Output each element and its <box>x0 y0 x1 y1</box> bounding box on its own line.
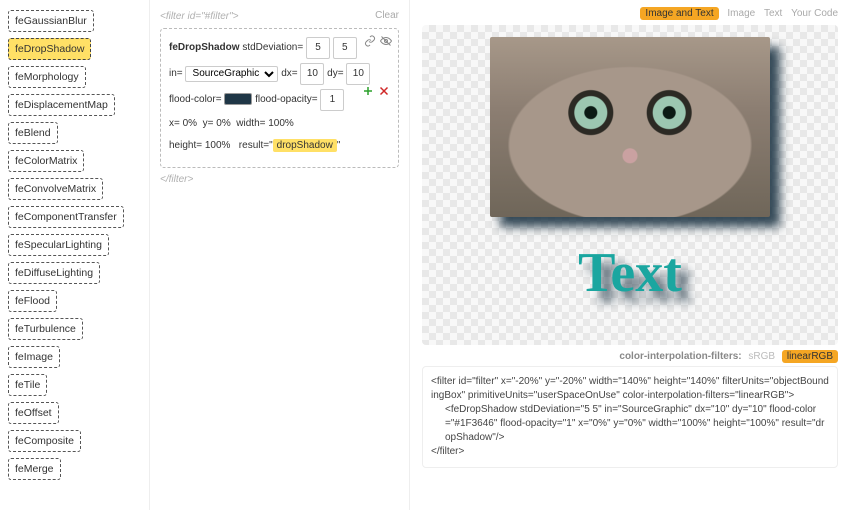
clear-button[interactable]: Clear <box>375 10 399 21</box>
primitive-feColorMatrix[interactable]: feColorMatrix <box>8 150 84 172</box>
preview-canvas: Text <box>422 25 838 345</box>
cif-label: color-interpolation-filters: <box>619 351 741 362</box>
dy-input[interactable]: 10 <box>346 63 370 85</box>
filter-close-tag: </filter> <box>160 174 399 185</box>
primitive-feConvolveMatrix[interactable]: feConvolveMatrix <box>8 178 103 200</box>
primitive-palette: feGaussianBlur feDropShadow feMorphology… <box>0 0 150 510</box>
code-output[interactable]: <filter id="filter" x="-20%" y="-20%" wi… <box>422 366 838 468</box>
code-line-2: <feDropShadow stdDeviation="5 5" in="Sou… <box>431 403 829 445</box>
primitive-feGaussianBlur[interactable]: feGaussianBlur <box>8 10 94 32</box>
width-value[interactable]: 100% <box>268 118 294 129</box>
tab-image-and-text[interactable]: Image and Text <box>640 7 718 20</box>
dx-label: dx= <box>281 68 297 79</box>
flood-color-label: flood-color= <box>169 94 222 105</box>
preview-tabs: Image and Text Image Text Your Code <box>422 8 838 19</box>
in-label: in= <box>169 68 183 79</box>
primitive-feFlood[interactable]: feFlood <box>8 290 57 312</box>
primitive-feOffset[interactable]: feOffset <box>8 402 59 424</box>
primitive-feDiffuseLighting[interactable]: feDiffuseLighting <box>8 262 100 284</box>
primitive-feTile[interactable]: feTile <box>8 374 47 396</box>
x-label: x= <box>169 118 180 129</box>
dy-label: dy= <box>327 68 343 79</box>
preview-text: Text <box>578 241 682 305</box>
filter-open-tag: <filter id="#filter"> <box>160 11 239 22</box>
flood-color-input[interactable] <box>224 93 252 105</box>
result-label: result= <box>239 140 269 151</box>
stddeviation-y-input[interactable]: 5 <box>333 37 357 59</box>
preview-image <box>490 37 770 217</box>
primitive-feSpecularLighting[interactable]: feSpecularLighting <box>8 234 109 256</box>
primitive-feDisplacementMap[interactable]: feDisplacementMap <box>8 94 115 116</box>
eye-off-icon[interactable] <box>380 35 392 50</box>
code-line-1: <filter id="filter" x="-20%" y="-20%" wi… <box>431 376 829 401</box>
preview-column: Image and Text Image Text Your Code Text… <box>410 0 850 510</box>
primitive-feDropShadow[interactable]: feDropShadow <box>8 38 91 60</box>
tab-image[interactable]: Image <box>727 8 755 19</box>
tab-text[interactable]: Text <box>764 8 782 19</box>
add-icon[interactable] <box>362 85 374 104</box>
height-label: height= <box>169 140 202 151</box>
remove-icon[interactable] <box>378 85 390 104</box>
result-value[interactable]: dropShadow <box>273 139 337 152</box>
primitive-feComponentTransfer[interactable]: feComponentTransfer <box>8 206 124 228</box>
primitive-config-box: feDropShadow stdDeviation= 5 5 in= Sourc… <box>160 28 399 168</box>
height-value[interactable]: 100% <box>205 140 231 151</box>
link-icon[interactable] <box>364 35 376 50</box>
primitive-name: feDropShadow <box>169 42 240 53</box>
code-line-3: </filter> <box>431 446 464 457</box>
y-label: y= <box>203 118 214 129</box>
stddeviation-label: stdDeviation= <box>242 42 303 53</box>
flood-opacity-input[interactable]: 1 <box>320 89 344 111</box>
cif-row: color-interpolation-filters: sRGB linear… <box>422 351 838 362</box>
dx-input[interactable]: 10 <box>300 63 324 85</box>
width-label: width= <box>236 118 265 129</box>
primitive-feBlend[interactable]: feBlend <box>8 122 58 144</box>
filter-editor: <filter id="#filter"> Clear feDropShadow… <box>150 0 410 510</box>
flood-opacity-label: flood-opacity= <box>255 94 318 105</box>
cif-option-linearrgb[interactable]: linearRGB <box>782 350 838 363</box>
primitive-feTurbulence[interactable]: feTurbulence <box>8 318 83 340</box>
in-select[interactable]: SourceGraphic <box>185 66 278 82</box>
tab-your-code[interactable]: Your Code <box>791 8 838 19</box>
primitive-feComposite[interactable]: feComposite <box>8 430 81 452</box>
cif-option-srgb[interactable]: sRGB <box>748 351 775 362</box>
primitive-feImage[interactable]: feImage <box>8 346 60 368</box>
primitive-feMerge[interactable]: feMerge <box>8 458 61 480</box>
primitive-feMorphology[interactable]: feMorphology <box>8 66 86 88</box>
y-value[interactable]: 0% <box>216 118 230 129</box>
stddeviation-x-input[interactable]: 5 <box>306 37 330 59</box>
x-value[interactable]: 0% <box>183 118 197 129</box>
